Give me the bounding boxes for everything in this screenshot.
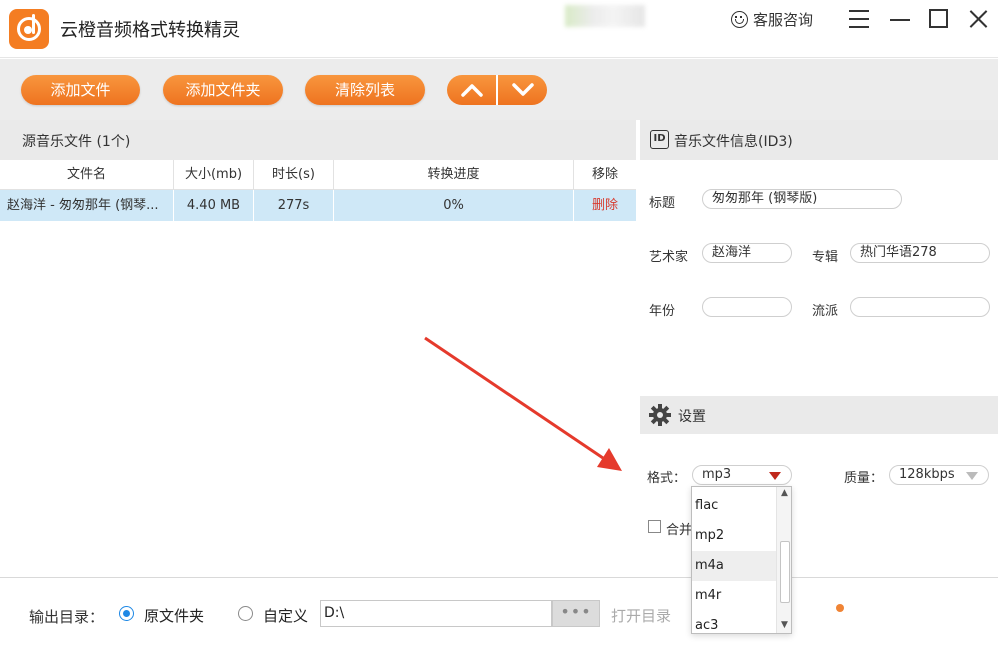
customer-service-label: 客服咨询 xyxy=(753,10,814,29)
table-header: 文件名 大小(mb) 时长(s) 转换进度 移除 xyxy=(0,160,636,190)
year-label: 年份 xyxy=(649,304,676,319)
dropdown-scrollbar[interactable]: ▲ ▼ xyxy=(776,487,791,633)
title-field[interactable]: 匆匆那年 (钢琴版) xyxy=(702,189,902,209)
album-field[interactable]: 热门华语278 xyxy=(850,243,990,263)
format-value: mp3 xyxy=(702,467,732,482)
format-option-ac3[interactable]: ac3 xyxy=(692,611,776,633)
genre-field[interactable] xyxy=(850,297,990,317)
menu-icon[interactable] xyxy=(848,8,870,30)
output-dir-label: 输出目录： xyxy=(29,608,105,626)
id-tag-icon: ID xyxy=(650,130,669,149)
cell-progress: 0% xyxy=(334,190,574,221)
year-field[interactable] xyxy=(702,297,792,317)
col-duration[interactable]: 时长(s) xyxy=(254,160,334,189)
format-option-m4r[interactable]: m4r xyxy=(692,581,776,611)
add-folder-button[interactable]: 添加文件夹 xyxy=(163,75,283,105)
custom-folder-label[interactable]: 自定义 xyxy=(263,605,308,626)
id3-title: 音乐文件信息(ID3) xyxy=(674,134,793,150)
format-dropdown-list[interactable]: flac mp2 m4a m4r ac3 ▲ ▼ xyxy=(691,486,792,634)
music-note-logo-icon xyxy=(9,9,49,49)
open-directory-link[interactable]: 打开目录 xyxy=(611,605,671,626)
minimize-icon[interactable] xyxy=(889,8,911,30)
format-select[interactable]: mp3 xyxy=(692,465,792,485)
format-option-flac[interactable]: flac xyxy=(692,491,776,521)
smile-icon xyxy=(731,10,748,28)
settings-title: 设置 xyxy=(678,409,706,425)
source-title: 源音乐文件 (1个) xyxy=(22,134,131,150)
app-title: 云橙音频格式转换精灵 xyxy=(60,20,240,41)
add-file-button[interactable]: 添加文件 xyxy=(21,75,140,105)
merge-checkbox[interactable] xyxy=(648,520,661,533)
source-header: 源音乐文件 (1个) xyxy=(0,120,636,160)
maximize-icon[interactable] xyxy=(928,8,950,30)
quality-label: 质量： xyxy=(844,471,884,486)
title-bar: 云橙音频格式转换精灵 客服咨询 xyxy=(0,0,998,58)
col-remove: 移除 xyxy=(591,167,618,182)
custom-folder-radio[interactable] xyxy=(238,606,253,621)
watermark-logo: 系统之家 XITONGZHIJIA.NET xyxy=(826,586,996,642)
col-progress[interactable]: 转换进度 xyxy=(334,160,574,189)
artist-label: 艺术家 xyxy=(649,250,689,265)
browse-button[interactable]: ••• xyxy=(552,600,600,627)
reorder-buttons xyxy=(447,75,547,105)
cell-filename: 赵海洋 - 匆匆那年 (钢琴... xyxy=(0,190,174,221)
title-label: 标题 xyxy=(649,196,676,211)
svg-text:XITONGZHIJIA.NET: XITONGZHIJIA.NET xyxy=(862,629,945,639)
dropdown-arrow-icon xyxy=(769,472,781,480)
chevron-up-icon xyxy=(461,84,483,97)
customer-service-button[interactable]: 客服咨询 xyxy=(731,8,813,30)
dropdown-arrow-icon xyxy=(966,472,978,480)
format-option-m4a[interactable]: m4a xyxy=(692,551,776,581)
quality-value: 128kbps xyxy=(899,467,955,482)
settings-header: 设置 xyxy=(640,396,998,434)
genre-label: 流派 xyxy=(812,304,839,319)
gear-icon xyxy=(649,404,671,426)
quality-select[interactable]: 128kbps xyxy=(889,465,989,485)
col-size[interactable]: 大小(mb) xyxy=(174,160,254,189)
album-label: 专辑 xyxy=(812,250,839,265)
output-path-input[interactable]: D:\ xyxy=(320,600,552,627)
source-file-panel: 源音乐文件 (1个) 文件名 大小(mb) 时长(s) 转换进度 移除 赵海洋 … xyxy=(0,120,636,576)
original-folder-label[interactable]: 原文件夹 xyxy=(144,605,204,626)
format-label: 格式： xyxy=(647,471,687,486)
id3-header: ID 音乐文件信息(ID3) xyxy=(640,120,998,160)
table-row[interactable]: 赵海洋 - 匆匆那年 (钢琴... 4.40 MB 277s 0% 删除 xyxy=(0,190,636,221)
delete-row-button[interactable]: 删除 xyxy=(574,190,636,221)
artist-field[interactable]: 赵海洋 xyxy=(702,243,792,263)
blurred-region xyxy=(565,5,645,27)
scrollbar-thumb[interactable] xyxy=(780,541,790,603)
original-folder-radio[interactable] xyxy=(119,606,134,621)
scroll-up-icon[interactable]: ▲ xyxy=(781,488,788,498)
scroll-down-icon[interactable]: ▼ xyxy=(781,620,788,630)
chevron-down-icon xyxy=(512,83,534,96)
svg-text:系统之家: 系统之家 xyxy=(860,598,956,626)
move-down-button[interactable] xyxy=(498,75,547,105)
merge-label: 合并 xyxy=(666,523,693,538)
col-filename[interactable]: 文件名 xyxy=(0,160,174,189)
cell-size: 4.40 MB xyxy=(174,190,254,221)
cell-duration: 277s xyxy=(254,190,334,221)
format-option-mp2[interactable]: mp2 xyxy=(692,521,776,551)
close-icon[interactable] xyxy=(967,8,989,30)
clear-list-button[interactable]: 清除列表 xyxy=(305,75,425,105)
move-up-button[interactable] xyxy=(447,75,496,105)
